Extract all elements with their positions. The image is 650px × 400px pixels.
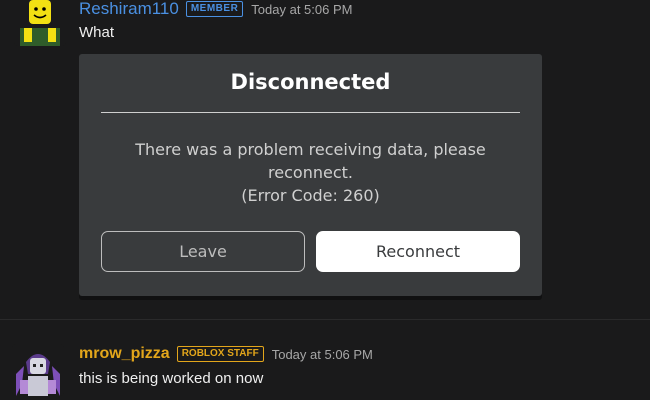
dialog-title: Disconnected (230, 70, 391, 94)
username[interactable]: mrow_pizza (79, 345, 170, 363)
message-header: Reshiram110 MEMBER Today at 5:06 PM (79, 0, 352, 18)
yellow-noob-avatar-icon (14, 0, 66, 46)
dialog-message: There was a problem receiving data, plea… (109, 138, 512, 207)
chat-message: Reshiram110 MEMBER Today at 5:06 PM What… (0, 0, 650, 310)
dialog-error-code: (Error Code: 260) (241, 186, 380, 205)
username[interactable]: Reshiram110 (79, 0, 179, 19)
purple-character-avatar-icon (12, 344, 64, 396)
message-divider (0, 319, 650, 320)
disconnected-dialog-image[interactable]: Disconnected There was a problem receivi… (79, 54, 542, 296)
dialog-message-line2: reconnect. (268, 163, 353, 182)
message-header: mrow_pizza ROBLOX STAFF Today at 5:06 PM (79, 345, 373, 363)
member-badge: MEMBER (185, 1, 244, 17)
user-avatar[interactable] (14, 0, 66, 46)
message-text: this is being worked on now (79, 370, 264, 387)
chat-message: mrow_pizza ROBLOX STAFF Today at 5:06 PM… (0, 330, 650, 400)
timestamp: Today at 5:06 PM (271, 346, 373, 362)
leave-button[interactable]: Leave (101, 231, 305, 272)
message-text: What (79, 24, 115, 41)
reconnect-button[interactable]: Reconnect (316, 231, 520, 272)
chat-page: Reshiram110 MEMBER Today at 5:06 PM What… (0, 0, 650, 400)
user-avatar[interactable] (12, 344, 64, 396)
timestamp: Today at 5:06 PM (251, 1, 353, 17)
dialog-message-line1: There was a problem receiving data, plea… (135, 140, 486, 159)
roblox-staff-badge: ROBLOX STAFF (176, 346, 264, 362)
dialog-divider (101, 112, 520, 113)
